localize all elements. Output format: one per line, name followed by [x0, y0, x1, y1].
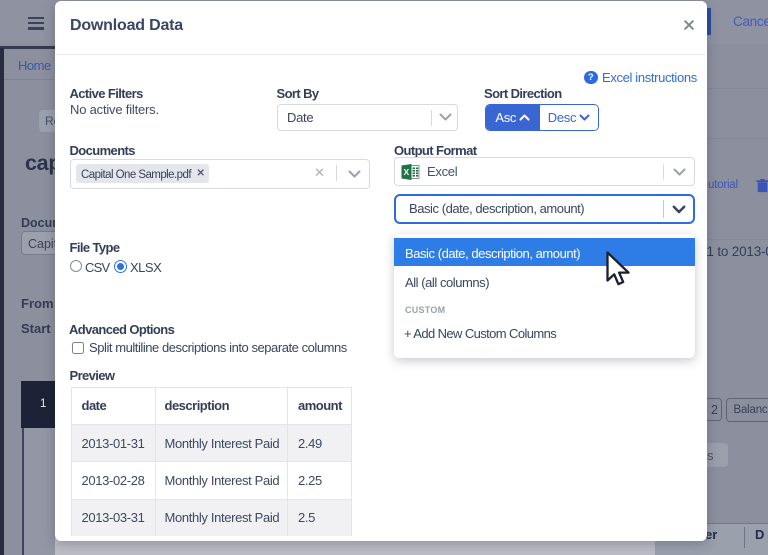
svg-text:X: X — [403, 167, 409, 177]
